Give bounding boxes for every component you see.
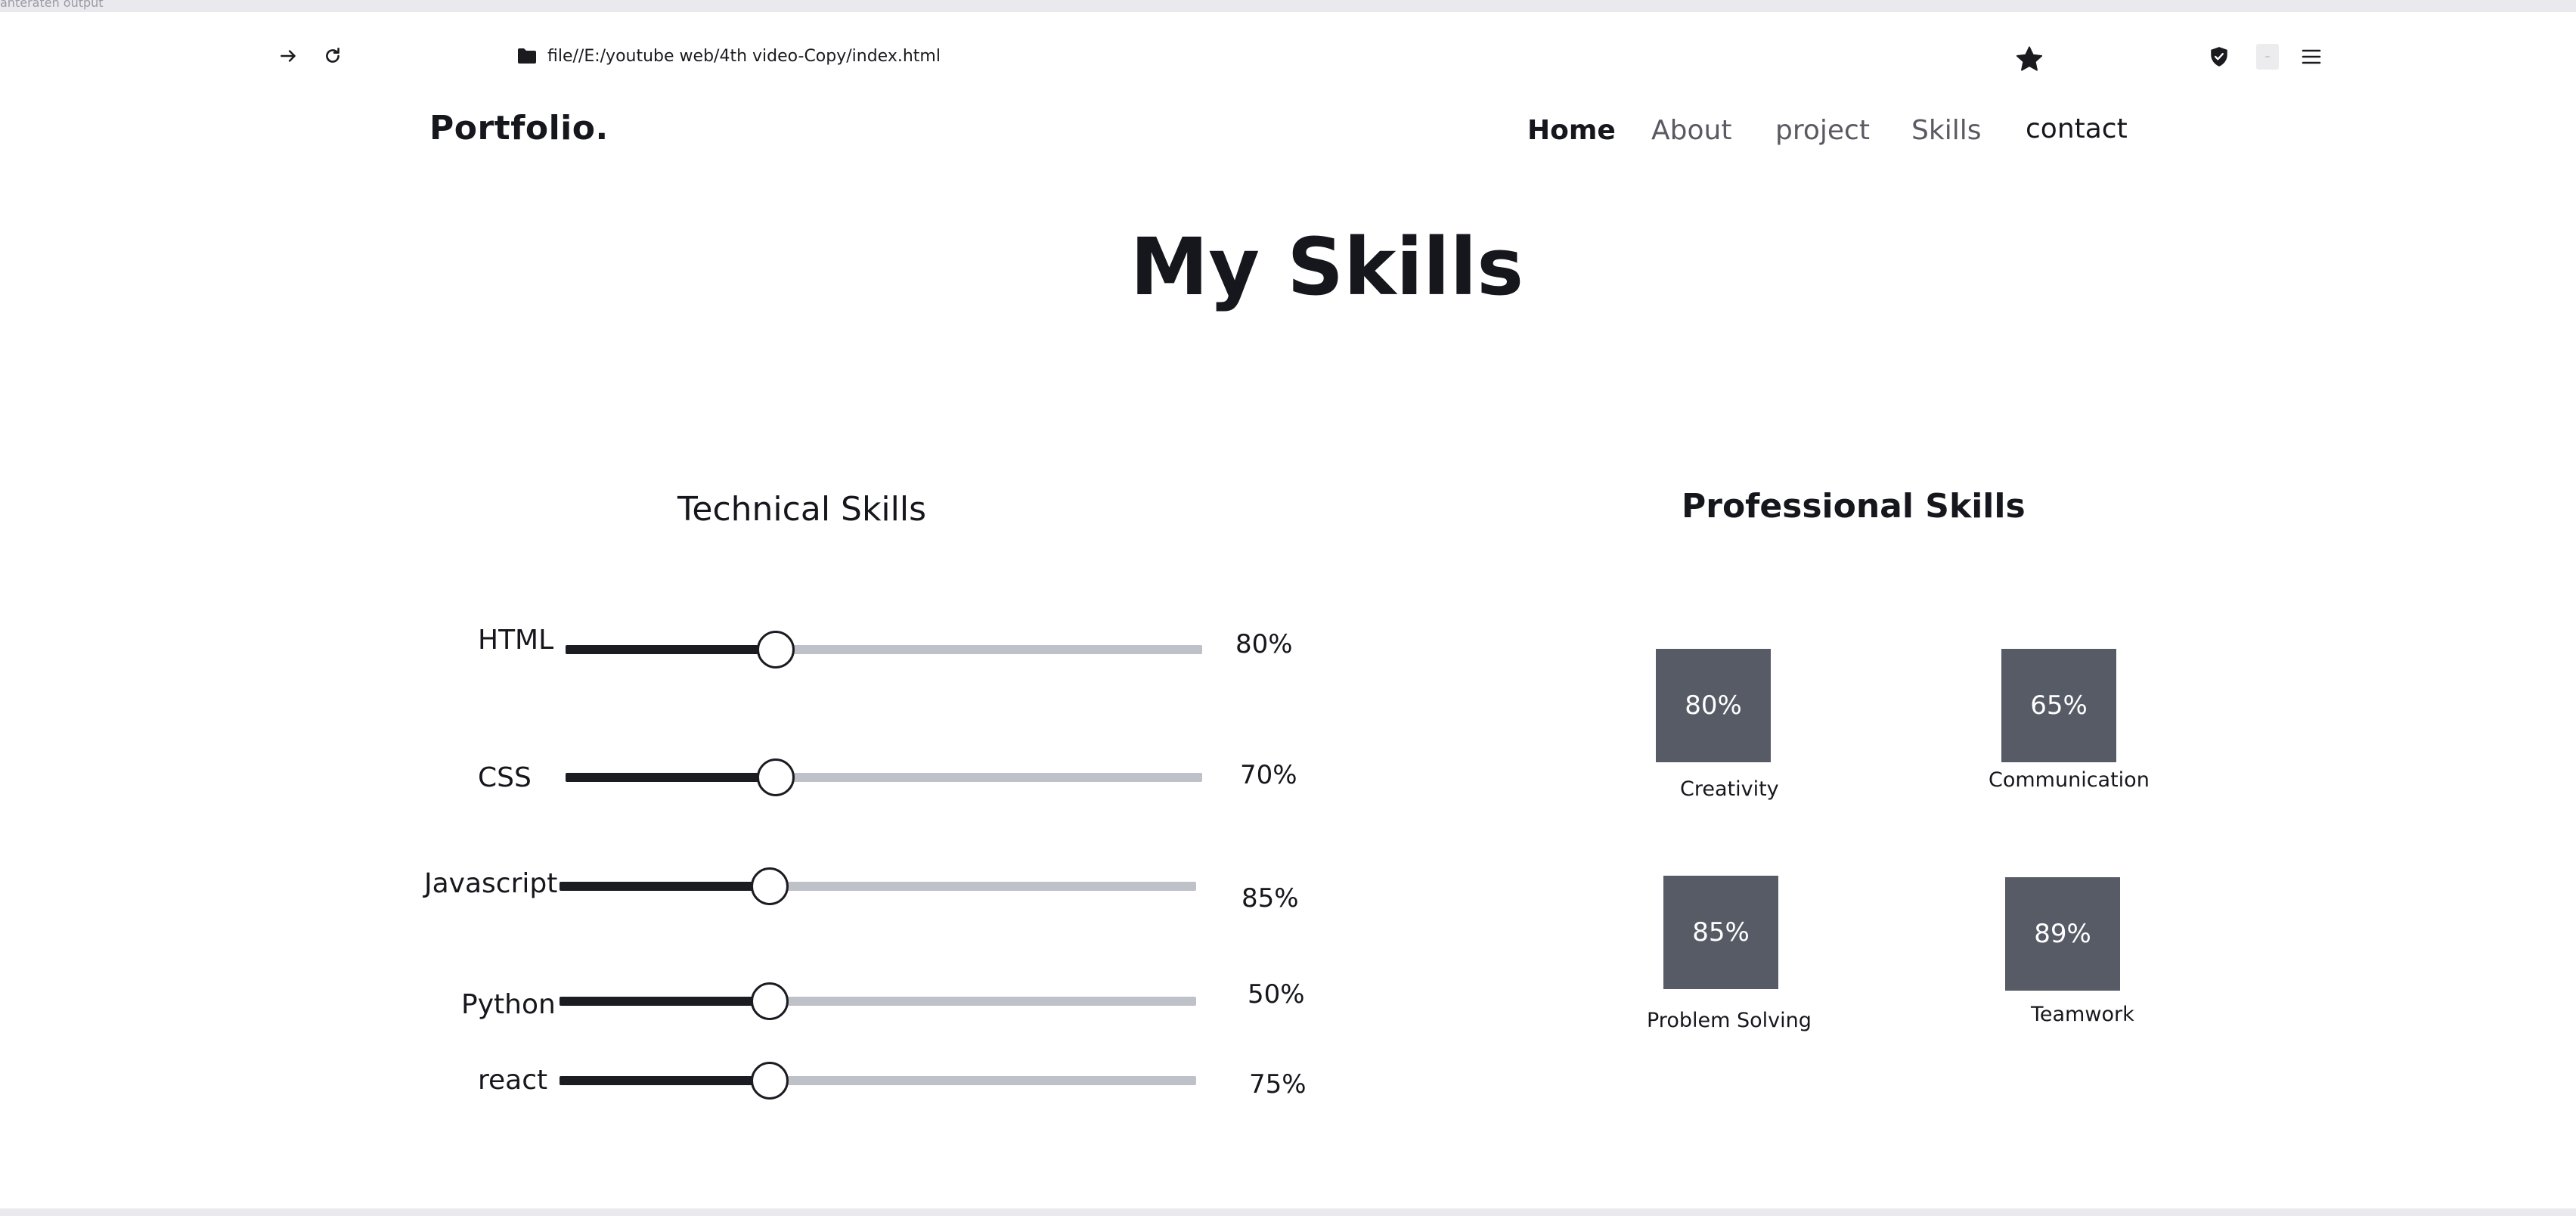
skill-label-javascript: Javascript [424,868,558,899]
skill-slider-react[interactable] [560,1062,1196,1100]
slider-thumb[interactable] [751,982,789,1020]
nav-about[interactable]: About [1651,115,1731,146]
star-icon [2016,46,2043,71]
address-bar-url[interactable]: file//E:/youtube web/4th video-Copy/inde… [547,47,941,66]
skill-pct-javascript: 85% [1242,883,1299,914]
slider-thumb[interactable] [751,1062,789,1100]
skill-label-python: Python [461,989,556,1020]
nav-home[interactable]: Home [1527,115,1616,146]
page-title: My Skills [1130,221,1524,313]
shield-button[interactable] [2206,44,2232,70]
technical-skills-title: Technical Skills [677,490,927,529]
skill-label-html: HTML [478,625,554,656]
forward-button[interactable] [277,44,301,68]
browser-bottom-strip [0,1208,2576,1216]
extension-button[interactable]: – [2256,44,2279,70]
professional-skill-label-creativity: Creativity [1680,777,1779,801]
skill-slider-javascript[interactable] [560,867,1196,905]
browser-top-strip: ahteraten output [0,0,2576,12]
slider-thumb[interactable] [751,867,789,905]
professional-skill-label-communication: Communication [1989,768,2150,792]
slider-fill [560,997,770,1006]
professional-skill-label-teamwork: Teamwork [2031,1003,2134,1026]
reload-button[interactable] [321,44,345,68]
nav-project[interactable]: project [1775,115,1870,146]
menu-button[interactable] [2299,44,2324,70]
skill-label-css: CSS [478,762,532,793]
professional-skill-label-problem-solving: Problem Solving [1647,1009,1812,1032]
nav-contact[interactable]: contact [2026,113,2128,144]
slider-thumb[interactable] [757,758,795,796]
professional-skill-box-teamwork: 89% [2005,877,2120,991]
shield-icon [2211,47,2227,67]
professional-skill-box-problem-solving: 85% [1663,876,1778,989]
site-logo[interactable]: Portfolio. [429,109,609,147]
slider-fill [560,1076,770,1085]
professional-skill-box-communication: 65% [2001,649,2116,762]
skill-slider-css[interactable] [566,758,1202,796]
skill-pct-css: 70% [1240,760,1297,790]
extension-icon: – [2264,51,2271,63]
skill-pct-html: 80% [1235,629,1293,659]
slider-fill [566,645,776,654]
arrow-right-icon [281,50,296,62]
slider-fill [560,882,770,891]
folder-icon [516,45,538,67]
top-caption: ahteraten output [0,0,104,10]
nav-skills[interactable]: Skills [1911,115,1981,146]
skill-slider-python[interactable] [560,982,1196,1020]
reload-icon [326,47,339,63]
bookmark-button[interactable] [2013,42,2046,76]
slider-thumb[interactable] [757,631,795,668]
slider-fill [566,773,776,782]
professional-skill-box-creativity: 80% [1656,649,1771,762]
professional-skills-title: Professional Skills [1682,487,2026,526]
skill-pct-react: 75% [1249,1069,1307,1100]
skill-slider-html[interactable] [566,631,1202,668]
skill-label-react: react [478,1065,548,1096]
hamburger-menu-icon [2302,49,2321,64]
skill-pct-python: 50% [1248,979,1305,1010]
